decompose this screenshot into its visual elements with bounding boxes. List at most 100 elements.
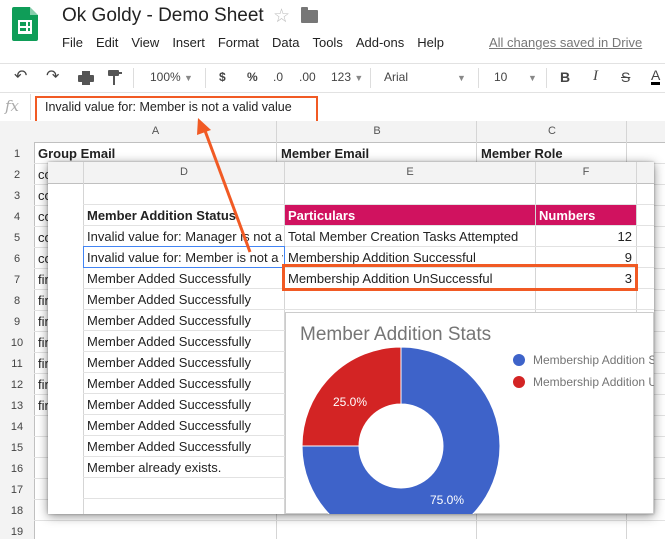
status-cell[interactable]: Member Added Successfully (87, 439, 283, 454)
print-icon[interactable] (78, 71, 94, 85)
font-size-value: 10 (494, 70, 508, 84)
status-cell-selected[interactable]: Invalid value for: Member is not a valid… (87, 250, 283, 265)
row-number[interactable]: 9 (0, 316, 34, 328)
row-number[interactable]: 4 (0, 211, 34, 223)
currency-button[interactable]: $ (219, 70, 226, 84)
strikethrough-button[interactable]: S (621, 69, 630, 85)
row-number[interactable]: 19 (0, 526, 34, 538)
bold-button[interactable]: B (560, 69, 570, 85)
row-number[interactable]: 18 (0, 505, 34, 517)
sheets-logo-icon[interactable] (12, 7, 38, 41)
column-header-b[interactable]: B (277, 125, 477, 137)
slice-label-unsuccessful: 25.0% (333, 395, 368, 409)
column-header-c[interactable]: C (477, 125, 627, 137)
font-size-select[interactable]: 10 (494, 70, 507, 84)
undo-icon[interactable]: ↶ (14, 66, 27, 86)
menu-insert[interactable]: Insert (172, 35, 205, 50)
header-member-addition-status[interactable]: Member Addition Status (87, 208, 283, 223)
menu-data[interactable]: Data (272, 35, 299, 50)
header-numbers-label: Numbers (539, 208, 596, 223)
status-cell[interactable]: Member Added Successfully (87, 418, 283, 433)
chevron-down-icon: ▼ (184, 73, 193, 83)
row-number[interactable]: 3 (0, 190, 34, 202)
unsuccessful-row-highlight (282, 264, 638, 291)
chevron-down-icon: ▼ (354, 73, 364, 83)
menu-bar: File Edit View Insert Format Data Tools … (62, 35, 457, 50)
menu-file[interactable]: File (62, 35, 83, 50)
pie-chart[interactable]: Member Addition Stats 75.0% 25.0% Member… (285, 312, 654, 514)
divider (30, 94, 31, 120)
menu-edit[interactable]: Edit (96, 35, 118, 50)
row-number[interactable]: 7 (0, 274, 34, 286)
formula-input[interactable]: Invalid value for: Member is not a valid… (45, 100, 292, 114)
particulars-cell[interactable]: Membership Addition Successful (288, 250, 534, 265)
legend-item-unsuccessful[interactable]: Membership Addition U (513, 375, 654, 389)
column-header-d[interactable]: D (84, 166, 284, 178)
status-cell[interactable]: Member already exists. (87, 460, 283, 475)
numbers-cell[interactable]: 9 (538, 250, 632, 265)
doc-title[interactable]: Ok Goldy - Demo Sheet (62, 5, 264, 27)
row-number[interactable]: 10 (0, 337, 34, 349)
legend-dot-icon (513, 376, 525, 388)
menu-tools[interactable]: Tools (312, 35, 342, 50)
percent-button[interactable]: % (247, 70, 258, 84)
row-number[interactable]: 5 (0, 232, 34, 244)
row-number-column: 1 2 3 4 5 6 7 8 9 10 11 12 13 14 15 16 1… (0, 142, 35, 539)
header-particulars[interactable]: Particulars (285, 205, 535, 225)
menu-addons[interactable]: Add-ons (356, 35, 404, 50)
header-numbers[interactable]: Numbers (536, 205, 636, 225)
font-select[interactable]: Arial (384, 70, 408, 84)
header-group-email[interactable]: Group Email (38, 146, 115, 161)
text-color-button[interactable]: A (651, 68, 661, 85)
row-number[interactable]: 11 (0, 358, 34, 370)
row-number[interactable]: 6 (0, 253, 34, 265)
more-formats-label: 123 (331, 70, 352, 84)
zoom-select[interactable]: 100% ▼ (150, 70, 193, 84)
fx-icon: fx (5, 97, 20, 115)
status-cell[interactable]: Member Added Successfully (87, 397, 283, 412)
row-number[interactable]: 17 (0, 484, 34, 496)
row-number[interactable]: 12 (0, 379, 34, 391)
more-formats-button[interactable]: 123 ▼ (331, 70, 363, 84)
menu-format[interactable]: Format (218, 35, 259, 50)
legend-label: Membership Addition S (533, 353, 654, 367)
column-header-a[interactable]: A (34, 125, 277, 137)
toolbar: ↶ ↷ 100% ▼ $ % .0 .00 123 ▼ Arial ▼ 10 ▼… (0, 63, 665, 93)
row-number[interactable]: 8 (0, 295, 34, 307)
overlay-sheet-panel: D E F Member Addition Status Invalid val… (48, 162, 654, 514)
menu-view[interactable]: View (131, 35, 159, 50)
italic-button[interactable]: I (593, 68, 598, 85)
row-number[interactable]: 1 (0, 148, 34, 160)
header-particulars-label: Particulars (288, 208, 356, 223)
status-cell[interactable]: Member Added Successfully (87, 292, 283, 307)
legend-dot-icon (513, 354, 525, 366)
status-cell[interactable]: Member Added Successfully (87, 313, 283, 328)
column-header-f[interactable]: F (536, 166, 636, 178)
chevron-down-icon[interactable]: ▼ (457, 73, 466, 83)
chevron-down-icon[interactable]: ▼ (528, 73, 537, 83)
decrease-decimal-button[interactable]: .0 (273, 70, 283, 84)
status-cell[interactable]: Invalid value for: Manager is not a vali… (87, 229, 283, 244)
status-cell[interactable]: Member Added Successfully (87, 376, 283, 391)
paint-format-icon[interactable] (108, 70, 122, 86)
particulars-cell[interactable]: Total Member Creation Tasks Attempted (288, 229, 534, 244)
increase-decimal-button[interactable]: .00 (299, 70, 316, 84)
row-number[interactable]: 2 (0, 169, 34, 181)
folder-icon[interactable] (301, 7, 318, 23)
legend-item-successful[interactable]: Membership Addition S (513, 353, 654, 367)
star-icon[interactable]: ☆ (273, 5, 290, 28)
header-member-role[interactable]: Member Role (481, 146, 563, 161)
menu-help[interactable]: Help (417, 35, 444, 50)
header-member-email[interactable]: Member Email (281, 146, 369, 161)
redo-icon[interactable]: ↷ (46, 66, 59, 86)
status-cell[interactable]: Member Added Successfully (87, 271, 283, 286)
column-header-e[interactable]: E (285, 166, 535, 178)
row-number[interactable]: 14 (0, 421, 34, 433)
row-number[interactable]: 16 (0, 463, 34, 475)
status-cell[interactable]: Member Added Successfully (87, 334, 283, 349)
numbers-cell[interactable]: 12 (538, 229, 632, 244)
status-cell[interactable]: Member Added Successfully (87, 355, 283, 370)
row-number[interactable]: 13 (0, 400, 34, 412)
row-number[interactable]: 15 (0, 442, 34, 454)
save-status-link[interactable]: All changes saved in Drive (489, 35, 642, 50)
